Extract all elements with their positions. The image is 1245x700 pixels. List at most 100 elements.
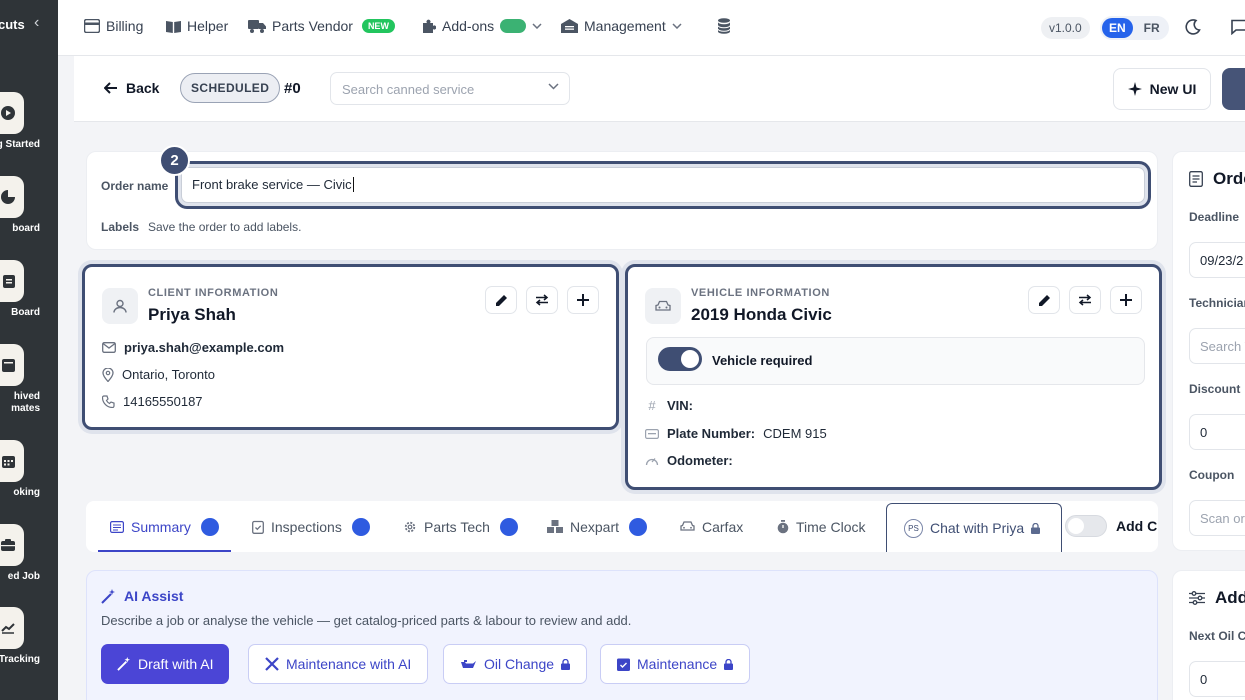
- client-email[interactable]: priya.shah@example.com: [124, 340, 284, 355]
- moon-icon[interactable]: [1185, 19, 1201, 35]
- tab-parts-tech-label: Parts Tech: [424, 518, 490, 535]
- oil-can-icon: [461, 659, 476, 668]
- chevron-left-icon[interactable]: ‹: [34, 14, 39, 32]
- tab-time-clock[interactable]: Time Clock: [777, 501, 866, 552]
- step-badge: 2: [159, 145, 190, 176]
- sidebar: cuts ‹ g Started board Board hived mates…: [0, 0, 58, 700]
- odometer-row: Odometer:: [645, 453, 741, 468]
- sidebar-item-label: g Started: [0, 139, 40, 150]
- client-email-row: priya.shah@example.com: [102, 340, 284, 355]
- order-name-input[interactable]: Front brake service — Civic: [181, 167, 1145, 203]
- nav-parts-vendor[interactable]: Parts Vendor NEW: [248, 18, 395, 34]
- nav-management[interactable]: Management: [561, 18, 682, 34]
- tab-inspections[interactable]: Inspections: [252, 501, 370, 552]
- phone-icon: [102, 395, 115, 408]
- magic-wand-icon: [101, 588, 115, 604]
- sidebar-title: cuts: [0, 17, 25, 32]
- tab-chat-label: Chat with Priya: [930, 520, 1025, 536]
- edit-vehicle-button[interactable]: [1028, 286, 1060, 314]
- nav-helper[interactable]: Helper: [166, 18, 228, 34]
- client-location: Ontario, Toronto: [122, 367, 215, 382]
- discount-input[interactable]: 0: [1189, 414, 1245, 450]
- coupon-input[interactable]: Scan or: [1189, 500, 1245, 536]
- map-pin-icon: [102, 367, 114, 382]
- new-ui-button[interactable]: New UI: [1113, 68, 1211, 110]
- tools-icon: [265, 657, 279, 671]
- tab-carfax[interactable]: Carfax: [680, 501, 743, 552]
- chevron-down-icon: [672, 23, 682, 29]
- status-badge[interactable]: SCHEDULED: [180, 73, 281, 103]
- book-icon: [166, 20, 181, 33]
- add-toggle[interactable]: [1065, 515, 1107, 537]
- tab-carfax-label: Carfax: [702, 518, 744, 535]
- avatar: PS: [904, 518, 923, 538]
- vin-label: VIN:: [667, 398, 693, 413]
- lock-icon: [1031, 522, 1041, 534]
- new-badge: NEW: [361, 19, 395, 33]
- draft-with-ai-button[interactable]: Draft with AI: [101, 644, 230, 684]
- swap-client-button[interactable]: [526, 286, 558, 314]
- order-name-label: Order name: [101, 179, 169, 193]
- oil-change-button[interactable]: Oil Change: [443, 644, 588, 684]
- sidebar-item-label: hived mates: [11, 391, 40, 414]
- back-label: Back: [126, 80, 160, 96]
- briefcase-icon: [0, 524, 24, 566]
- tab-summary[interactable]: Summary: [98, 501, 231, 552]
- sidebar-item-label: ed Job: [7, 571, 40, 582]
- technician-label: Technician: [1189, 296, 1245, 310]
- canned-service-select[interactable]: Search canned service: [330, 72, 570, 105]
- client-location-row: Ontario, Toronto: [102, 367, 215, 382]
- status-dot: [499, 517, 518, 536]
- trend-chart-icon: [0, 607, 24, 649]
- tab-nexpart-label: Nexpart: [570, 518, 620, 535]
- swap-icon: [535, 294, 549, 306]
- addons-toggle[interactable]: [500, 19, 527, 33]
- back-button[interactable]: Back: [104, 80, 159, 96]
- lang-en-option[interactable]: EN: [1102, 18, 1133, 38]
- coupon-label: Coupon: [1189, 468, 1235, 482]
- order-side-panel: Orde Deadline 09/23/2 Technician Search …: [1172, 151, 1245, 551]
- status-dot: [629, 517, 648, 536]
- sidebar-item-label: Tracking: [0, 654, 40, 665]
- message-icon[interactable]: [1231, 19, 1245, 35]
- plate-value: CDEM 915: [763, 426, 827, 441]
- tab-parts-tech[interactable]: Parts Tech: [403, 501, 518, 552]
- document-icon: [1189, 171, 1203, 187]
- order-name-focus-ring: Front brake service — Civic: [175, 161, 1151, 209]
- pie-chart-icon: [0, 176, 24, 218]
- nav-billing[interactable]: Billing: [84, 18, 143, 34]
- status-dot: [200, 517, 219, 536]
- gauge-icon: [645, 458, 659, 466]
- ai-assist-description: Describe a job or analyse the vehicle — …: [101, 613, 632, 628]
- add-client-button[interactable]: [567, 286, 599, 314]
- deadline-input[interactable]: 09/23/2: [1189, 242, 1245, 278]
- tab-chat[interactable]: PS Chat with Priya: [886, 503, 1062, 552]
- add-panel-title: Add: [1189, 588, 1245, 608]
- technician-search-input[interactable]: Search T: [1189, 328, 1245, 364]
- lang-fr-option[interactable]: FR: [1137, 18, 1167, 38]
- edit-client-button[interactable]: [485, 286, 517, 314]
- stopwatch-icon: [777, 519, 789, 533]
- vehicle-required-toggle[interactable]: [658, 347, 702, 371]
- tab-nexpart[interactable]: Nexpart: [547, 501, 648, 552]
- add-vehicle-button[interactable]: [1110, 286, 1142, 314]
- status-dot: [351, 517, 370, 536]
- odometer-label: Odometer:: [667, 453, 733, 468]
- language-switcher[interactable]: EN FR: [1100, 16, 1169, 40]
- vehicle-section-title: VEHICLE INFORMATION: [691, 287, 830, 299]
- top-navigation: Billing Helper Parts Vendor NEW Add-ons …: [58, 0, 1245, 56]
- ai-assist-title: AI Assist: [101, 588, 183, 604]
- maintenance-button[interactable]: Maintenance: [600, 644, 751, 684]
- database-icon[interactable]: [717, 18, 731, 34]
- deadline-label: Deadline: [1189, 210, 1240, 224]
- sparkle-icon: [1127, 82, 1142, 96]
- client-phone[interactable]: 14165550187: [123, 394, 203, 409]
- mail-icon: [102, 342, 116, 353]
- swap-vehicle-button[interactable]: [1069, 286, 1101, 314]
- tab-summary-label: Summary: [131, 518, 191, 535]
- next-oil-input[interactable]: 0: [1189, 661, 1245, 697]
- truck-icon: [248, 19, 266, 33]
- save-button[interactable]: [1222, 68, 1245, 110]
- nav-addons[interactable]: Add-ons: [421, 18, 542, 34]
- maintenance-with-ai-button[interactable]: Maintenance with AI: [248, 644, 429, 684]
